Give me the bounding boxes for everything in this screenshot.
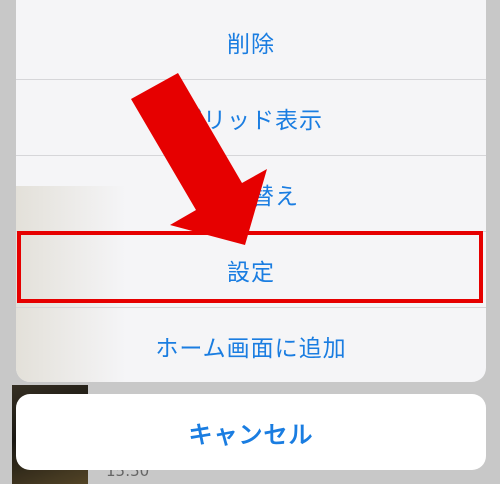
action-sort[interactable]: 並べ替え bbox=[16, 156, 486, 232]
action-sheet: 削除 グリッド表示 並べ替え 設定 ホーム画面に追加 bbox=[16, 0, 486, 382]
action-grid-view[interactable]: グリッド表示 bbox=[16, 80, 486, 156]
action-add-to-home-screen[interactable]: ホーム画面に追加 bbox=[16, 308, 486, 382]
action-settings[interactable]: 設定 bbox=[16, 232, 486, 308]
cancel-button[interactable]: キャンセル bbox=[16, 394, 486, 470]
action-delete[interactable]: 削除 bbox=[16, 4, 486, 80]
